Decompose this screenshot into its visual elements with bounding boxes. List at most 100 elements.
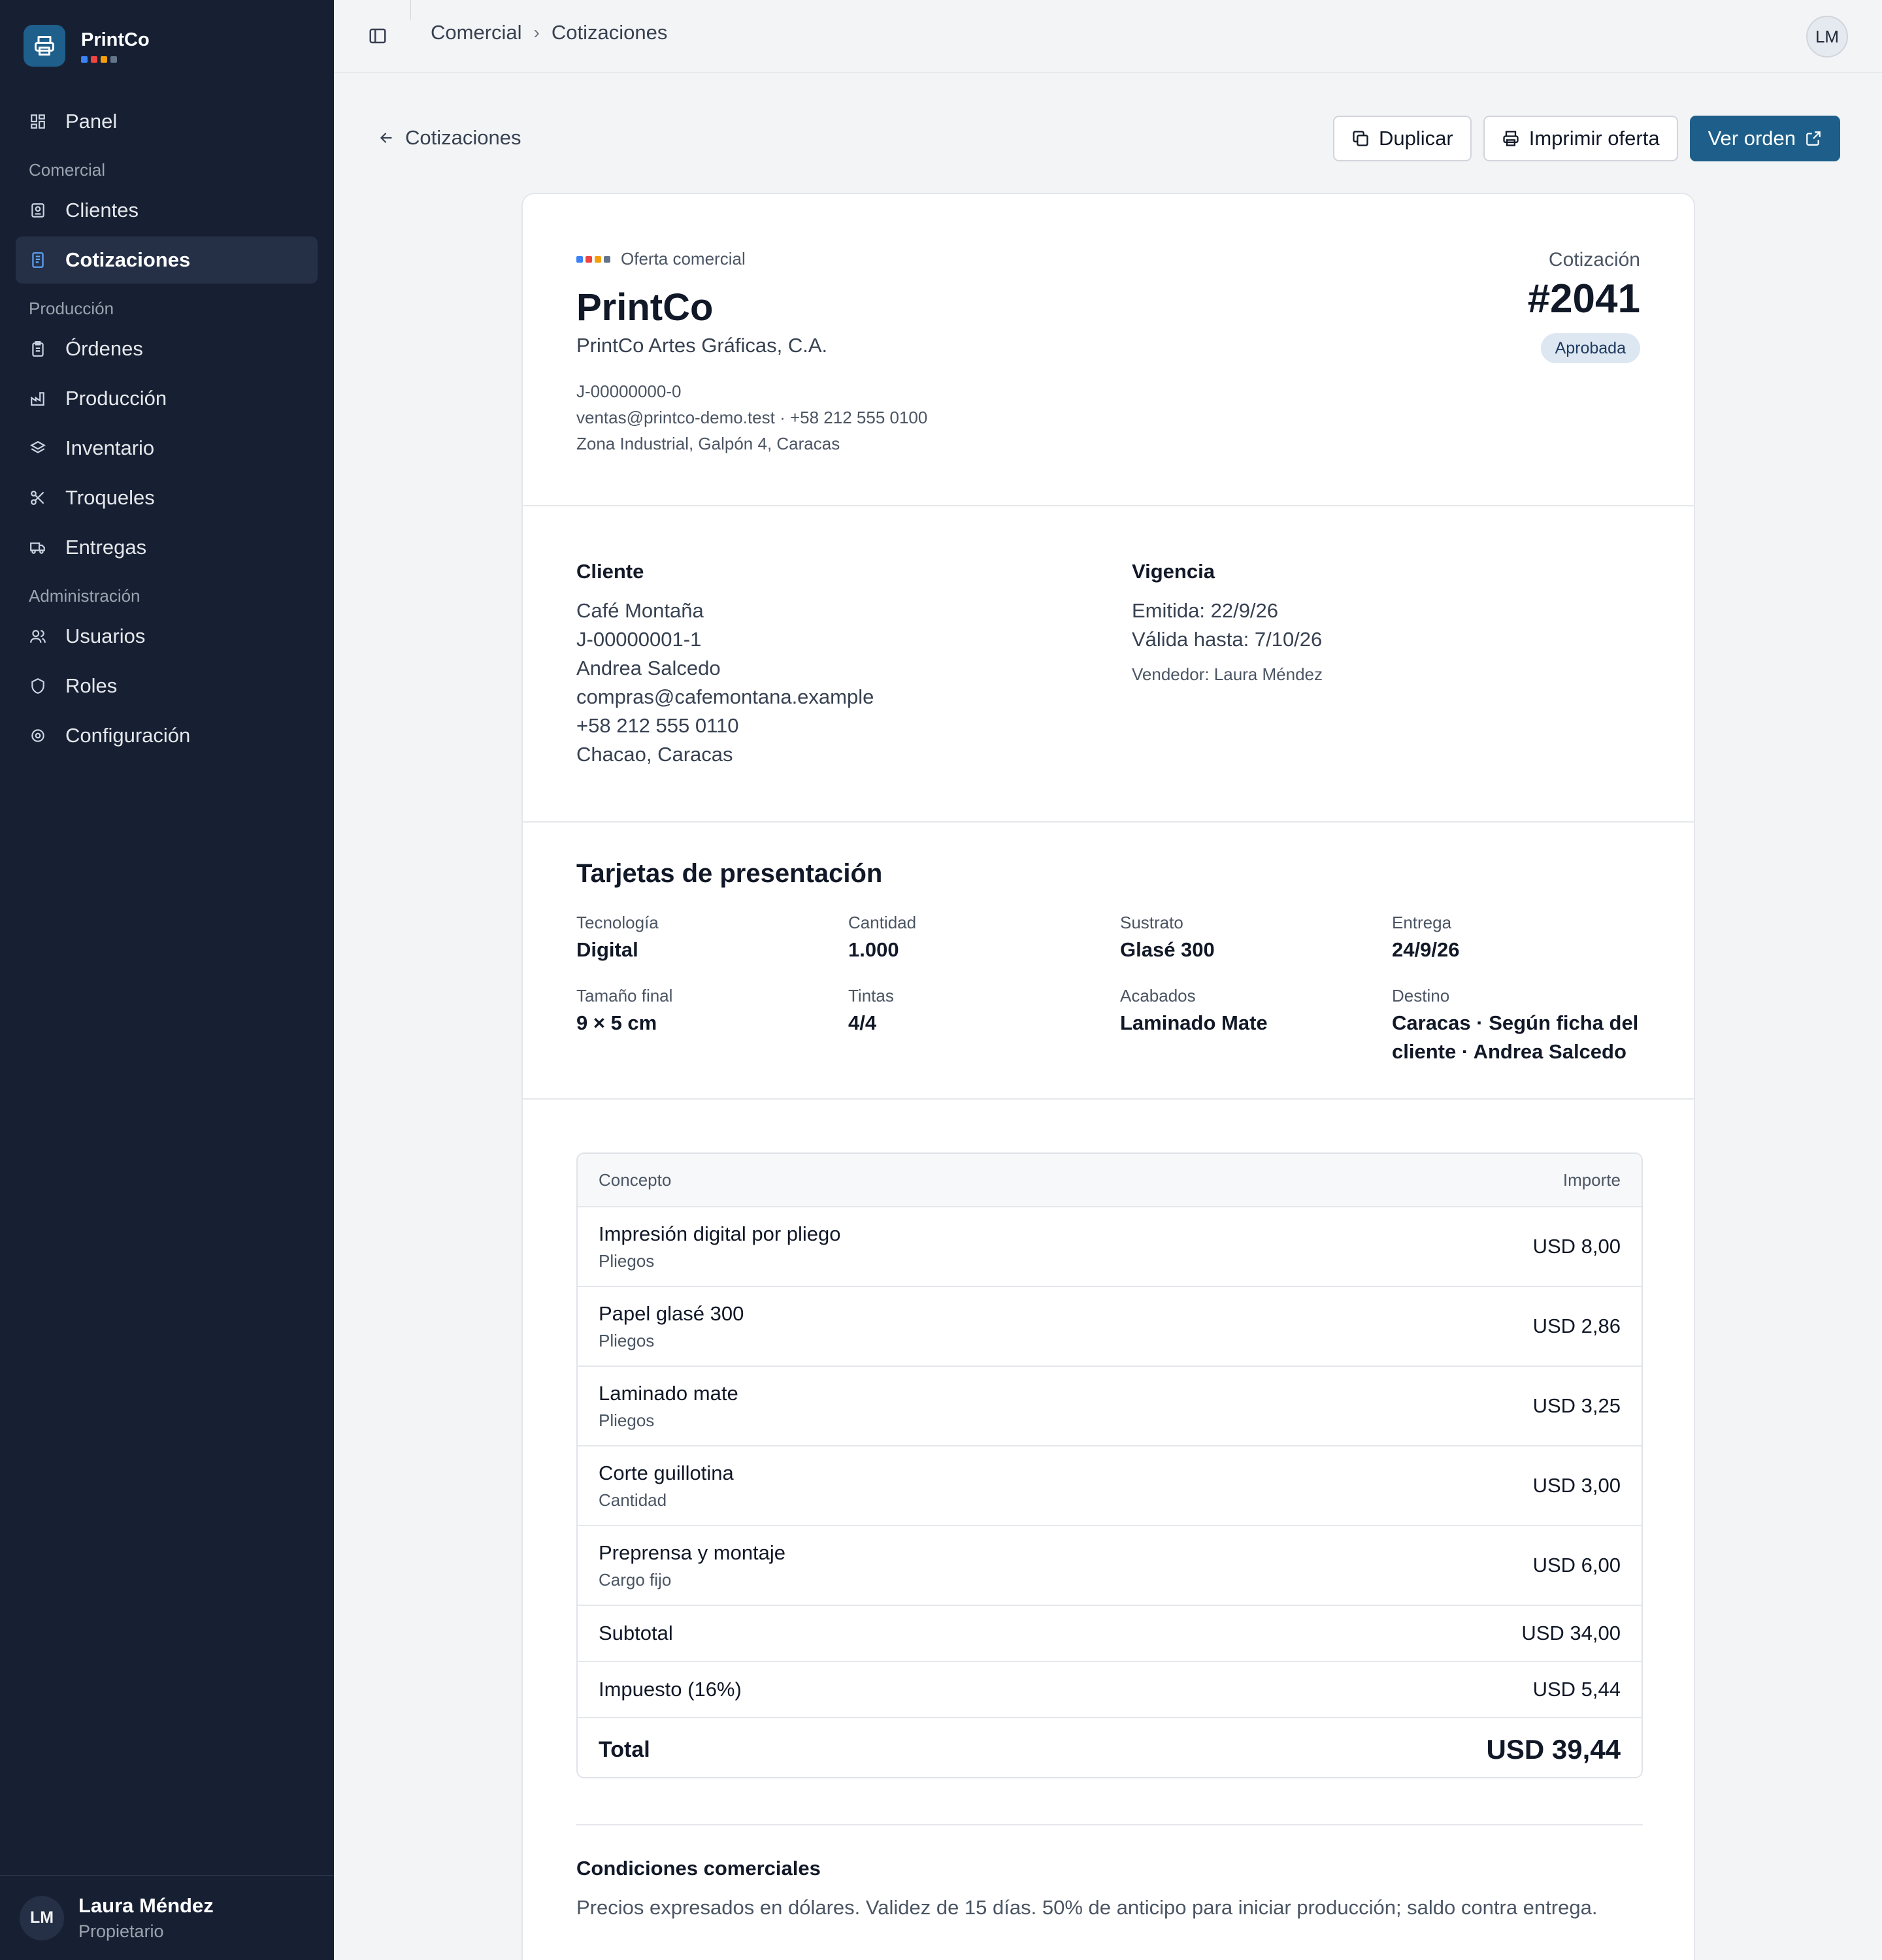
sidebar-item-ordenes[interactable]: Órdenes	[16, 325, 318, 372]
sidebar-item-clientes[interactable]: Clientes	[16, 187, 318, 234]
item-unit: Pliegos	[599, 1410, 655, 1430]
sidebar-item-inventario[interactable]: Inventario	[16, 425, 318, 472]
quote-number: #2041	[1527, 276, 1640, 321]
sidebar-item-label: Usuarios	[65, 625, 146, 647]
layers-icon	[29, 439, 47, 457]
company-meta: J-00000000-0 ventas@printco-demo.test · …	[576, 378, 927, 457]
subtotal-label: Subtotal	[599, 1622, 673, 1644]
clipboard-icon	[29, 340, 47, 358]
item-name: Corte guillotina	[599, 1461, 734, 1484]
sidebar-item-cotizaciones[interactable]: Cotizaciones	[16, 237, 318, 284]
sidebar-item-usuarios[interactable]: Usuarios	[16, 613, 318, 660]
sidebar: PrintCo Panel Comercial Clientes Cotizac…	[0, 0, 334, 1960]
sidebar-item-label: Panel	[65, 110, 118, 133]
item-amount: USD 3,00	[1532, 1474, 1621, 1497]
sidebar-item-label: Troqueles	[65, 486, 155, 509]
chevron-right-icon: ›	[533, 22, 540, 42]
print-button-label: Imprimir oferta	[1528, 127, 1660, 150]
users-icon	[29, 627, 47, 645]
external-link-icon	[1806, 131, 1821, 146]
view-order-button[interactable]: Ver orden	[1689, 116, 1840, 161]
brand-color-dots	[81, 56, 150, 63]
sidebar-item-label: Producción	[65, 387, 167, 410]
table-row: Laminado mate Pliegos USD 3,25	[578, 1367, 1642, 1446]
spec-entrega: Entrega 24/9/26	[1392, 913, 1653, 964]
printer-logo-icon	[24, 25, 65, 67]
sidebar-item-configuracion[interactable]: Configuración	[16, 712, 318, 759]
user-profile[interactable]: LM Laura Méndez Propietario	[0, 1875, 334, 1960]
quote-label: Cotización	[1548, 249, 1640, 270]
column-header-concept: Concepto	[599, 1169, 672, 1190]
item-amount: USD 2,86	[1532, 1315, 1621, 1337]
breadcrumb-cotizaciones[interactable]: Cotizaciones	[552, 21, 667, 44]
conditions-text: Precios expresados en dólares. Validez d…	[576, 1896, 1598, 1919]
sidebar-item-roles[interactable]: Roles	[16, 662, 318, 710]
item-unit: Pliegos	[599, 1250, 655, 1271]
client-name: Café Montaña	[576, 599, 704, 622]
sidebar-item-label: Roles	[65, 674, 118, 697]
sidebar-item-label: Clientes	[65, 199, 139, 221]
seller: Vendedor: Laura Méndez	[1132, 664, 1323, 684]
spec-value: Caracas · Según ficha del cliente · Andr…	[1392, 1011, 1639, 1063]
company-name: PrintCo	[576, 286, 714, 329]
spec-label: Entrega	[1392, 913, 1452, 932]
spec-label: Destino	[1392, 986, 1450, 1005]
quote-header: Oferta comercial PrintCo PrintCo Artes G…	[523, 194, 1694, 506]
status-badge: Aprobada	[1540, 333, 1640, 363]
sidebar-item-panel[interactable]: Panel	[16, 98, 318, 145]
line-items-table: Concepto Importe Impresión digital por p…	[576, 1152, 1643, 1778]
item-unit: Cantidad	[599, 1490, 667, 1510]
item-name: Preprensa y montaje	[599, 1541, 786, 1564]
truck-icon	[29, 538, 47, 557]
sidebar-item-label: Órdenes	[65, 337, 143, 360]
dashboard-icon	[29, 112, 47, 131]
issued-date: Emitida: 22/9/26	[1132, 599, 1279, 622]
sidebar-item-troqueles[interactable]: Troqueles	[16, 474, 318, 521]
factory-icon	[29, 389, 47, 408]
tax-row: Impuesto (16%) USD 5,44	[578, 1662, 1642, 1718]
item-unit: Pliegos	[599, 1330, 655, 1350]
breadcrumb-comercial[interactable]: Comercial	[431, 21, 522, 44]
view-order-button-label: Ver orden	[1708, 127, 1796, 150]
sidebar-item-entregas[interactable]: Entregas	[16, 524, 318, 571]
copy-icon	[1353, 131, 1368, 146]
table-header: Concepto Importe	[578, 1154, 1642, 1207]
divider	[576, 1824, 1643, 1825]
tax-label: Impuesto (16%)	[599, 1678, 742, 1701]
back-link[interactable]: Cotizaciones	[378, 126, 521, 150]
sidebar-item-produccion[interactable]: Producción	[16, 375, 318, 422]
user-role: Propietario	[78, 1921, 164, 1941]
item-name: Impresión digital por pliego	[599, 1222, 841, 1245]
client-contact: Andrea Salcedo	[576, 657, 721, 679]
spec-destino: Destino Caracas · Según ficha del client…	[1392, 986, 1647, 1066]
sidebar-nav: Panel Comercial Clientes Cotizaciones Pr…	[16, 98, 318, 762]
client-email: compras@cafemontana.example	[576, 685, 874, 708]
conditions-title: Condiciones comerciales	[576, 1857, 821, 1880]
spec-label: Tecnología	[576, 913, 659, 932]
brand-color-dots	[576, 255, 610, 263]
duplicate-button[interactable]: Duplicar	[1333, 116, 1472, 161]
spec-value: 4/4	[848, 1011, 877, 1034]
sidebar-toggle-icon[interactable]	[368, 26, 390, 48]
eyebrow-label: Oferta comercial	[621, 249, 746, 269]
avatar[interactable]: LM	[1806, 16, 1848, 57]
quote-card: Oferta comercial PrintCo PrintCo Artes G…	[521, 193, 1695, 1960]
total-label: Total	[599, 1737, 650, 1762]
table-row: Impresión digital por pliego Pliegos USD …	[578, 1207, 1642, 1287]
spec-sustrato: Sustrato Glasé 300	[1120, 913, 1381, 964]
shield-icon	[29, 677, 47, 695]
spec-label: Sustrato	[1120, 913, 1183, 932]
spec-value: Digital	[576, 938, 638, 961]
subtotal-row: Subtotal USD 34,00	[578, 1606, 1642, 1662]
receipt-icon	[29, 251, 47, 269]
toolbar: Duplicar Imprimir oferta Ver orden	[1333, 116, 1840, 161]
client-phone: +58 212 555 0110	[576, 714, 739, 737]
eyebrow: Oferta comercial	[576, 249, 746, 269]
brand[interactable]: PrintCo	[24, 25, 150, 67]
client-info: Cliente Café Montaña J-00000001-1 Andrea…	[576, 560, 874, 769]
item-amount: USD 3,25	[1532, 1394, 1621, 1417]
company-legal-name: PrintCo Artes Gráficas, C.A.	[576, 334, 828, 357]
spec-value: 9 × 5 cm	[576, 1011, 657, 1034]
print-button[interactable]: Imprimir oferta	[1483, 116, 1678, 161]
item-name: Laminado mate	[599, 1381, 738, 1405]
